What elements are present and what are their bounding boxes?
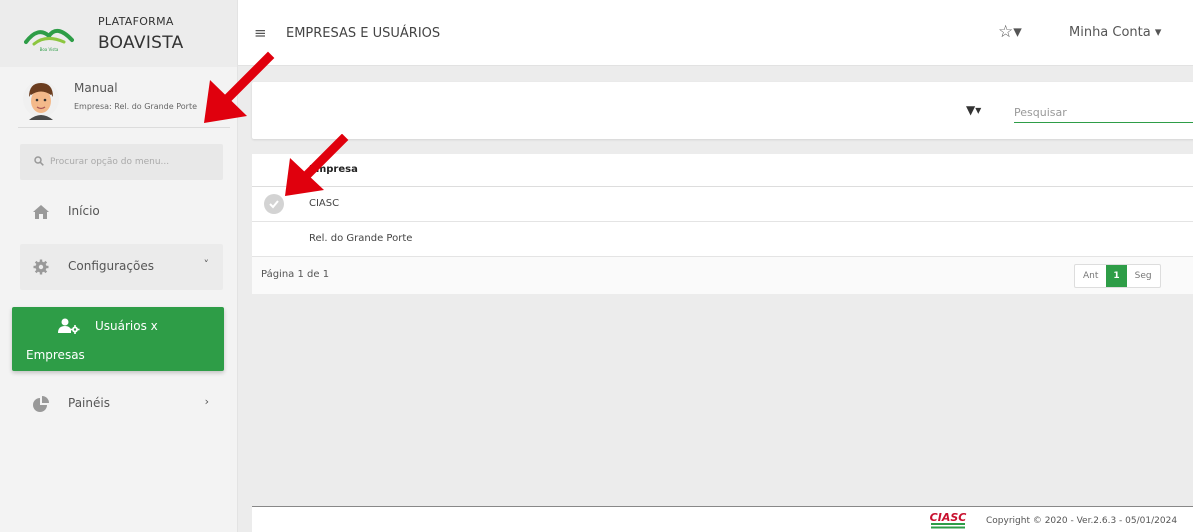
- row-select-checkbox[interactable]: [264, 194, 284, 214]
- gear-icon: [33, 259, 49, 275]
- top-bar: ≡ EMPRESAS E USUÁRIOS ☆▾ Minha Conta ▾: [238, 0, 1193, 66]
- sidebar-item-configuracoes[interactable]: Configurações ˅: [20, 244, 223, 290]
- brand-header: Boa Vista PLATAFORMA BOAVISTA: [0, 0, 237, 67]
- prev-page-button[interactable]: Ant: [1075, 265, 1106, 287]
- sidebar: Boa Vista PLATAFORMA BOAVISTA Manual Emp…: [0, 0, 238, 532]
- table-header: Empresa: [252, 154, 1193, 187]
- main-content: ≡ EMPRESAS E USUÁRIOS ☆▾ Minha Conta ▾ ▼…: [238, 0, 1193, 532]
- search-input[interactable]: [1014, 102, 1193, 123]
- boavista-logo: Boa Vista: [24, 28, 74, 52]
- table-row[interactable]: CIASC: [252, 187, 1193, 222]
- pie-chart-icon: [33, 396, 49, 412]
- sidebar-item-label: Início: [68, 204, 100, 218]
- table-footer: Página 1 de 1 Ant 1 Seg: [252, 257, 1193, 294]
- logo-text: Boa Vista: [40, 47, 59, 52]
- copyright-text: Copyright © 2020 - Ver.2.6.3 - 05/01/202…: [986, 516, 1178, 526]
- chevron-down-icon: ˅: [203, 258, 210, 271]
- page-button-current[interactable]: 1: [1106, 265, 1127, 287]
- user-company: Empresa: Rel. do Grande Porte: [74, 102, 197, 111]
- brand-title: BOAVISTA: [98, 33, 184, 53]
- menu-search-input[interactable]: [50, 150, 215, 174]
- user-name: Manual: [74, 81, 118, 95]
- check-icon: [269, 200, 279, 209]
- sidebar-item-paineis[interactable]: Painéis ›: [20, 381, 223, 427]
- filter-icon[interactable]: ▼▾: [966, 103, 981, 117]
- account-menu-button[interactable]: Minha Conta ▾: [1069, 25, 1161, 40]
- sidebar-item-label: Painéis: [68, 396, 110, 410]
- search-field[interactable]: [1014, 101, 1193, 123]
- sidebar-item-inicio[interactable]: Início: [20, 189, 223, 235]
- search-icon: [34, 156, 44, 166]
- page-footer: CIASC Copyright © 2020 - Ver.2.6.3 - 05/…: [252, 506, 1193, 532]
- sidebar-item-label: Usuários x: [95, 319, 158, 333]
- avatar: [23, 81, 59, 120]
- sidebar-item-usuarios-empresas[interactable]: Usuários x Empresas: [12, 307, 224, 371]
- users-gear-icon: [58, 318, 80, 334]
- pagination: Ant 1 Seg: [1074, 264, 1161, 288]
- pagination-info: Página 1 de 1: [261, 269, 330, 280]
- sidebar-item-label-cont: Empresas: [26, 348, 85, 362]
- ciasc-logo-text: CIASC: [930, 511, 967, 524]
- menu-toggle-icon[interactable]: ≡: [254, 24, 267, 42]
- table-cell: CIASC: [309, 198, 340, 209]
- brand-title-small: PLATAFORMA: [98, 15, 174, 28]
- user-profile[interactable]: Manual Empresa: Rel. do Grande Porte: [18, 76, 230, 128]
- menu-search[interactable]: [20, 144, 223, 180]
- sidebar-item-label: Configurações: [68, 259, 154, 273]
- column-header-empresa[interactable]: Empresa: [309, 164, 358, 175]
- companies-table: Empresa CIASC Rel. do Grande Porte Págin…: [252, 154, 1193, 294]
- favorites-star-icon[interactable]: ☆▾: [998, 22, 1022, 42]
- home-icon: [33, 205, 49, 219]
- table-row[interactable]: Rel. do Grande Porte: [252, 222, 1193, 257]
- ciasc-logo: CIASC: [930, 511, 967, 529]
- filter-card: ▼▾: [252, 82, 1193, 139]
- chevron-right-icon: ›: [204, 395, 209, 408]
- next-page-button[interactable]: Seg: [1127, 265, 1160, 287]
- page-title: EMPRESAS E USUÁRIOS: [286, 26, 441, 41]
- table-cell: Rel. do Grande Porte: [309, 233, 413, 244]
